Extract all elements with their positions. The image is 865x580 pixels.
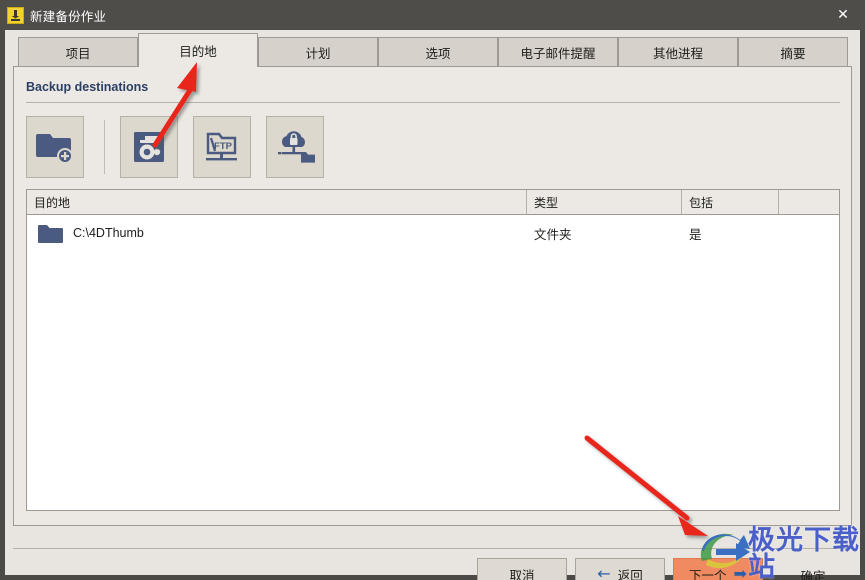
title-bar: 新建备份作业 ✕ [0, 0, 865, 30]
column-header-blank[interactable] [779, 190, 839, 214]
table-header-row: 目的地 类型 包括 [27, 190, 839, 215]
section-divider [26, 102, 840, 103]
tab-label: 选项 [425, 47, 451, 61]
tab-other-process[interactable]: 其他进程 [618, 37, 738, 67]
add-folder-destination-button[interactable] [26, 116, 84, 178]
footer-divider [13, 548, 852, 549]
tab-email-alert[interactable]: 电子邮件提醒 [498, 37, 618, 67]
disk-destination-button[interactable] [120, 116, 178, 178]
cell-type: 文件夹 [534, 227, 572, 242]
window-title: 新建备份作业 [30, 9, 107, 24]
cancel-button[interactable]: 取消 [477, 558, 567, 580]
folder-add-icon [36, 134, 73, 164]
column-header-destination[interactable]: 目的地 [27, 190, 527, 214]
ftp-folder-icon: FTP [206, 132, 237, 161]
destination-panel: Backup destinations FTP 目的地 类型 包括 C:\4DT… [13, 66, 852, 526]
tab-label: 目的地 [179, 45, 217, 59]
window-body: 项目 目的地 计划 选项 电子邮件提醒 其他进程 摘要 Backup desti… [0, 30, 865, 580]
application-window: 新建备份作业 ✕ 项目 目的地 计划 选项 电子邮件提醒 其他进程 摘要 Bac… [0, 0, 865, 580]
cancel-button-label: 取消 [509, 568, 535, 580]
back-button-label: 返回 [617, 568, 643, 580]
tab-strip: 项目 目的地 计划 选项 电子邮件提醒 其他进程 摘要 [5, 30, 860, 67]
tab-schedule[interactable]: 计划 [258, 37, 378, 67]
section-title: Backup destinations [26, 80, 149, 94]
cell-included: 是 [689, 227, 702, 242]
tab-label: 摘要 [780, 47, 806, 61]
next-button[interactable]: 下一个 ➡ [673, 558, 763, 580]
tab-label: 计划 [305, 47, 331, 61]
close-icon[interactable]: ✕ [821, 0, 865, 30]
column-header-included[interactable]: 包括 [682, 190, 779, 214]
folder-icon [37, 223, 63, 244]
tab-label: 其他进程 [652, 47, 703, 61]
toolbar-divider [104, 120, 105, 174]
destinations-table[interactable]: 目的地 类型 包括 C:\4DThumb 文件夹 是 [26, 189, 840, 511]
download-arrow-icon [7, 6, 24, 24]
next-button-label: 下一个 [689, 568, 727, 580]
cloud-destination-button[interactable] [266, 116, 324, 178]
tab-destination[interactable]: 目的地 [138, 33, 258, 67]
cell-destination: C:\4DThumb [27, 215, 527, 251]
destination-path: C:\4DThumb [73, 226, 144, 240]
tab-label: 项目 [65, 47, 91, 61]
tab-label: 电子邮件提醒 [520, 47, 596, 61]
back-button[interactable]: ← 返回 [575, 558, 665, 580]
ftp-destination-button[interactable]: FTP [193, 116, 251, 178]
arrow-left-icon: ← [597, 564, 611, 580]
arrow-right-icon: ➡ [733, 564, 747, 580]
column-header-type[interactable]: 类型 [527, 190, 682, 214]
svg-text:FTP: FTP [214, 141, 233, 152]
disk-drive-icon [134, 132, 164, 162]
tab-options[interactable]: 选项 [378, 37, 498, 67]
cloud-lock-icon [278, 131, 315, 163]
table-row[interactable]: C:\4DThumb 文件夹 是 [27, 215, 839, 251]
confirm-button-label: 确定 [800, 569, 826, 580]
tab-project[interactable]: 项目 [18, 37, 138, 67]
confirm-button[interactable]: 确定 [778, 563, 848, 580]
tab-summary[interactable]: 摘要 [738, 37, 848, 67]
